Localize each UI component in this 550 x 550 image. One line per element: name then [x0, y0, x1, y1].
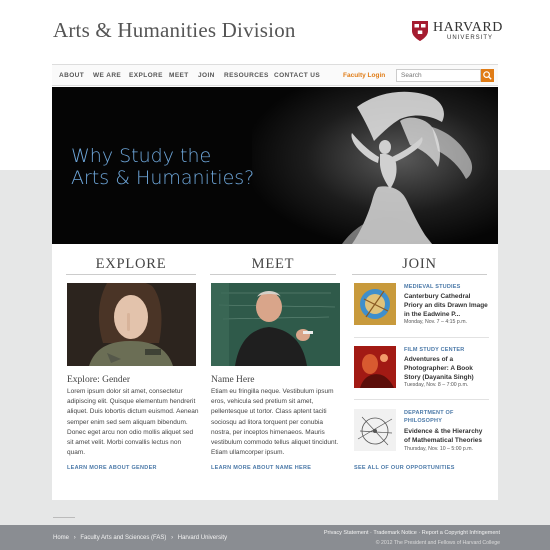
search-input[interactable] [396, 69, 481, 82]
join-event-1-category: MEDIEVAL STUDIES [404, 284, 461, 290]
search-button[interactable] [481, 69, 494, 82]
nav-item-meet[interactable]: MEET [169, 72, 189, 79]
explore-heading: EXPLORE [95, 256, 167, 272]
breadcrumb-separator: › [73, 535, 76, 541]
nav-item-about[interactable]: ABOUT [59, 72, 84, 79]
dancer-image [342, 91, 473, 244]
harvard-logo[interactable]: HARVARD UNIVERSITY [411, 20, 503, 44]
join-event-3-date: Thursday, Nov. 10 – 5:00 p.m. [404, 446, 474, 452]
footer-link-harvard[interactable]: Harvard University [178, 535, 227, 541]
meet-divider [210, 274, 336, 275]
site-title[interactable]: Arts & Humanities Division [53, 18, 296, 43]
join-event-3[interactable]: DEPARTMENT OF PHILOSOPHY Evidence & the … [354, 409, 489, 455]
harvard-shield-icon [412, 21, 428, 41]
hero-headline: Why Study the Arts & Humanities? [71, 145, 254, 189]
join-event-3-category: DEPARTMENT OF PHILOSOPHY [404, 410, 454, 424]
join-event-1[interactable]: MEDIEVAL STUDIES Canterbury Cathedral Pr… [354, 283, 489, 329]
explore-title[interactable]: Explore: Gender [67, 375, 130, 385]
geometry-diagram-image [354, 409, 396, 451]
search-icon [483, 71, 492, 80]
nav-item-join[interactable]: JOIN [198, 72, 215, 79]
join-event-2-thumb [354, 346, 396, 388]
join-event-1-title[interactable]: Canterbury Cathedral Priory an dits Draw… [404, 292, 489, 319]
professor-image [211, 283, 340, 366]
explore-body: Lorem ipsum dolor sit amet, consectetur … [67, 388, 199, 457]
join-event-2-title[interactable]: Adventures of a Photographer: A Book Sto… [404, 355, 489, 382]
photographer-image [354, 346, 396, 388]
logo-wordmark: HARVARD [433, 20, 503, 35]
join-separator-1 [354, 337, 489, 338]
join-divider [352, 274, 487, 275]
woman-soldier-image [67, 283, 196, 366]
join-event-2-category: FILM STUDY CENTER [404, 347, 465, 353]
footer-link-fas[interactable]: Faculty Arts and Sciences (FAS) [80, 535, 166, 541]
footer-divider [53, 517, 75, 518]
footer-copyright: © 2012 The President and Fellows of Harv… [375, 540, 500, 546]
hero-headline-line-2: Arts & Humanities? [71, 167, 255, 189]
footer-links: Privacy Statement · Trademark Notice · R… [324, 530, 500, 536]
learn-more-gender-link[interactable]: LEARN MORE ABOUT GENDER [67, 465, 157, 471]
footer-link-privacy[interactable]: Privacy Statement [324, 530, 369, 536]
footer-link-separator: · [370, 530, 372, 536]
breadcrumb-separator: › [171, 535, 174, 541]
footer-breadcrumb: Home › Faculty Arts and Sciences (FAS) ›… [53, 535, 230, 541]
meet-photo[interactable] [211, 283, 340, 366]
main-nav: ABOUT WE ARE EXPLORE MEET JOIN RESOURCES… [52, 64, 498, 86]
learn-more-name-link[interactable]: LEARN MORE ABOUT NAME HERE [211, 465, 311, 471]
logo-subtext: UNIVERSITY [447, 35, 494, 41]
join-event-1-thumb [354, 283, 396, 325]
meet-heading: MEET [251, 256, 295, 272]
manuscript-image [354, 283, 396, 325]
hero-headline-line-1: Why Study the [71, 145, 212, 167]
join-event-1-date: Monday, Nov. 7 – 4:15 p.m. [404, 319, 467, 325]
meet-title[interactable]: Name Here [211, 375, 255, 385]
explore-divider [66, 274, 196, 275]
footer-link-separator: · [418, 530, 421, 536]
see-all-opportunities-link[interactable]: SEE ALL OF OUR OPPORTUNITIES [354, 465, 455, 471]
nav-item-contact-us[interactable]: CONTACT US [274, 72, 320, 79]
nav-item-resources[interactable]: RESOURCES [224, 72, 269, 79]
meet-body: Etiam eu fringilla neque. Vestibulum ips… [211, 388, 339, 457]
join-event-2[interactable]: FILM STUDY CENTER Adventures of a Photog… [354, 346, 489, 392]
join-event-3-thumb [354, 409, 396, 451]
join-heading: JOIN [402, 256, 437, 272]
footer-link-trademark[interactable]: Trademark Notice [373, 530, 417, 536]
nav-item-explore[interactable]: EXPLORE [129, 72, 163, 79]
join-separator-2 [354, 399, 489, 400]
faculty-login-link[interactable]: Faculty Login [343, 72, 385, 79]
join-event-2-date: Tuesday, Nov. 8 – 7:00 p.m. [404, 382, 469, 388]
footer-link-home[interactable]: Home [53, 535, 69, 541]
hero-banner[interactable]: Why Study the Arts & Humanities? [52, 87, 498, 244]
join-event-3-title[interactable]: Evidence & the Hierarchy of Mathematical… [404, 427, 489, 445]
nav-item-we-are[interactable]: WE ARE [93, 72, 121, 79]
footer-link-copyright[interactable]: Report a Copyright Infringement [422, 530, 500, 536]
explore-photo[interactable] [67, 283, 196, 366]
